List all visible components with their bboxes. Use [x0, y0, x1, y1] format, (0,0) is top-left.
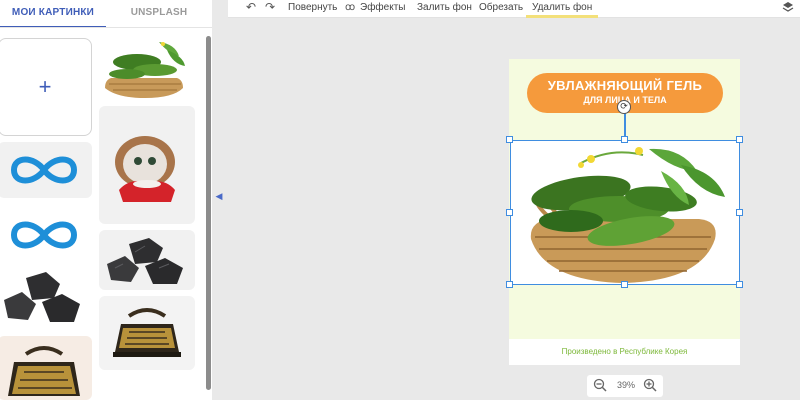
rotate-button[interactable]: Повернуть — [288, 0, 337, 18]
resize-handle-bottom-left[interactable] — [506, 281, 513, 288]
tab-my-images[interactable]: МОИ КАРТИНКИ — [0, 0, 106, 28]
cucumber-basket-image — [105, 42, 185, 98]
infinity-logo-image — [10, 156, 78, 184]
thumbnail-cast-iron-iron[interactable] — [99, 296, 195, 370]
rotate-handle[interactable]: ⟳ — [617, 100, 631, 114]
resize-handle-top[interactable] — [621, 136, 628, 143]
zoom-level: 39% — [616, 380, 635, 390]
selection-box — [510, 140, 740, 285]
resize-handle-bottom[interactable] — [621, 281, 628, 288]
coal-stones-image — [107, 238, 183, 284]
image-toolbar: ↶ ↷ Повернуть ꝏ Эффекты Залить фон Обрез… — [228, 0, 800, 18]
resize-handle-bottom-right[interactable] — [736, 281, 743, 288]
thumbnail-coal-stones[interactable] — [99, 230, 195, 290]
zoom-out-icon[interactable] — [593, 378, 607, 392]
fill-background-button[interactable]: Залить фон — [417, 0, 472, 18]
rotate-icon: ⟳ — [620, 101, 628, 111]
images-panel: МОИ КАРТИНКИ UNSPLASH + — [0, 0, 212, 400]
collapse-panel-button[interactable]: ◀ — [214, 188, 224, 204]
resize-handle-right[interactable] — [736, 209, 743, 216]
infinity-logo-image — [10, 221, 78, 249]
thumbnail-kitten-photo[interactable] — [99, 106, 195, 224]
document-footer: Произведено в Республике Корея — [509, 339, 740, 365]
thumbnail-infinity-logo[interactable] — [0, 206, 92, 264]
kitten-image — [115, 136, 175, 202]
thumbnail-coal-stones[interactable] — [0, 268, 92, 332]
crop-button[interactable]: Обрезать — [479, 0, 523, 18]
coal-stones-image — [4, 272, 80, 322]
effects-button[interactable]: Эффекты — [360, 0, 405, 18]
resize-handle-left[interactable] — [506, 209, 513, 216]
thumbnail-cast-iron-iron[interactable] — [0, 336, 92, 400]
tab-divider — [0, 27, 212, 28]
layers-icon[interactable] — [782, 0, 794, 16]
thumbnail-infinity-logo[interactable] — [0, 142, 92, 198]
chevron-left-icon: ◀ — [215, 191, 223, 201]
zoom-in-icon[interactable] — [643, 378, 657, 392]
resize-handle-top-right[interactable] — [736, 136, 743, 143]
thumbnail-cucumber-basket[interactable] — [97, 32, 195, 102]
headline-title: УВЛАЖНЯЮЩИЙ ГЕЛЬ — [547, 78, 703, 93]
effects-icon: ꝏ — [345, 2, 356, 13]
cast-iron-iron-image — [113, 308, 181, 357]
zoom-control: 39% — [587, 375, 663, 397]
layers-icon-svg — [782, 2, 794, 12]
undo-icon[interactable]: ↶ — [246, 0, 256, 16]
plus-icon: + — [38, 74, 52, 99]
redo-icon[interactable]: ↷ — [265, 0, 275, 16]
remove-background-button[interactable]: Удалить фон — [526, 0, 599, 18]
tab-unsplash[interactable]: UNSPLASH — [106, 0, 212, 28]
add-image-button[interactable]: + — [0, 38, 92, 136]
panel-scrollbar[interactable] — [206, 36, 211, 390]
panel-tabs: МОИ КАРТИНКИ UNSPLASH — [0, 0, 212, 28]
resize-handle-top-left[interactable] — [506, 136, 513, 143]
cast-iron-iron-image — [8, 346, 80, 396]
